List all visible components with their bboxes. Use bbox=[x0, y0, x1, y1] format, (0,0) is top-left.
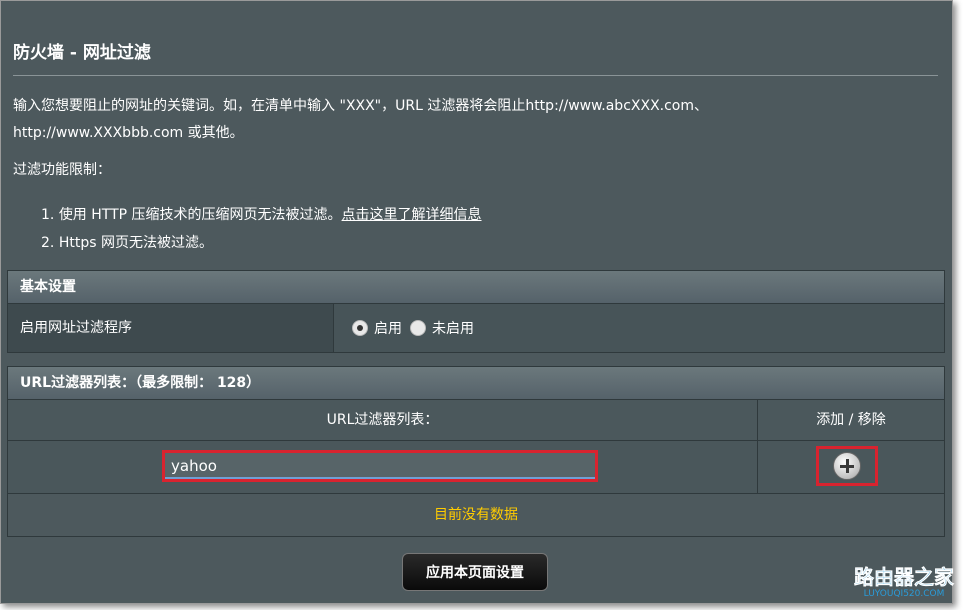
page-title: 防火墙 - 网址过滤 bbox=[13, 43, 151, 63]
limit-item-1-text: 使用 HTTP 压缩技术的压缩网页无法被过滤。 bbox=[58, 207, 342, 223]
description-line-1: 输入您想要阻止的网址的关键词。如，在清单中输入 "XXX"，URL 过滤器将会阻… bbox=[13, 98, 709, 114]
radio-enable-icon[interactable] bbox=[352, 320, 368, 336]
url-input-cell bbox=[8, 441, 758, 493]
enable-filter-label: 启用网址过滤程序 bbox=[8, 304, 334, 352]
watermark-top: 路由器之家 bbox=[854, 565, 955, 589]
url-input-row bbox=[8, 441, 944, 494]
watermark-bottom: LUYOUQI520.COM bbox=[863, 589, 945, 599]
radio-enable-option[interactable]: 启用 bbox=[352, 318, 402, 338]
limit-item-1-num: 1. bbox=[41, 207, 55, 223]
radio-disable-option[interactable]: 未启用 bbox=[410, 318, 474, 338]
column-add-remove: 添加 / 移除 bbox=[816, 412, 886, 428]
limit-title: 过滤功能限制： bbox=[13, 162, 111, 178]
empty-list-message: 目前没有数据 bbox=[8, 494, 944, 536]
basic-settings-table: 基本设置 启用网址过滤程序 启用 未启用 bbox=[7, 270, 945, 353]
url-filter-column-headers: URL过滤器列表： 添加 / 移除 bbox=[8, 400, 944, 441]
enable-filter-options: 启用 未启用 bbox=[334, 304, 944, 352]
app-window: 防火墙 - 网址过滤 输入您想要阻止的网址的关键词。如，在清单中输入 "XXX"… bbox=[0, 0, 953, 604]
add-button[interactable] bbox=[816, 446, 878, 486]
details-link[interactable]: 点击这里了解详细信息 bbox=[342, 207, 482, 223]
url-filter-table: URL过滤器列表：（最多限制： 128） URL过滤器列表： 添加 / 移除 目… bbox=[7, 366, 945, 537]
title-divider bbox=[13, 75, 938, 76]
radio-disable-label: 未启用 bbox=[432, 321, 474, 337]
add-cell bbox=[758, 441, 944, 493]
description: 输入您想要阻止的网址的关键词。如，在清单中输入 "XXX"，URL 过滤器将会阻… bbox=[13, 93, 943, 147]
url-filter-header: URL过滤器列表：（最多限制： 128） bbox=[8, 367, 944, 400]
radio-disable-icon[interactable] bbox=[410, 320, 426, 336]
enable-filter-row: 启用网址过滤程序 启用 未启用 bbox=[8, 304, 944, 352]
limit-item-2: 2. Https 网页无法被过滤。 bbox=[41, 229, 482, 257]
limit-list: 1. 使用 HTTP 压缩技术的压缩网页无法被过滤。点击这里了解详细信息 2. … bbox=[41, 201, 482, 257]
description-line-2: http://www.XXXbbb.com 或其他。 bbox=[13, 125, 244, 141]
apply-settings-button[interactable]: 应用本页面设置 bbox=[402, 553, 548, 591]
limit-item-2-num: 2. bbox=[41, 235, 55, 251]
radio-enable-label: 启用 bbox=[374, 321, 402, 337]
limit-item-1: 1. 使用 HTTP 压缩技术的压缩网页无法被过滤。点击这里了解详细信息 bbox=[41, 201, 482, 229]
plus-circle-icon[interactable] bbox=[833, 452, 861, 480]
limit-item-2-text: Https 网页无法被过滤。 bbox=[58, 235, 213, 251]
column-url: URL过滤器列表： bbox=[8, 400, 758, 440]
basic-settings-header: 基本设置 bbox=[8, 271, 944, 304]
url-keyword-input[interactable] bbox=[162, 450, 598, 482]
watermark-logo: 路由器之家 LUYOUQI520.COM bbox=[848, 566, 960, 606]
